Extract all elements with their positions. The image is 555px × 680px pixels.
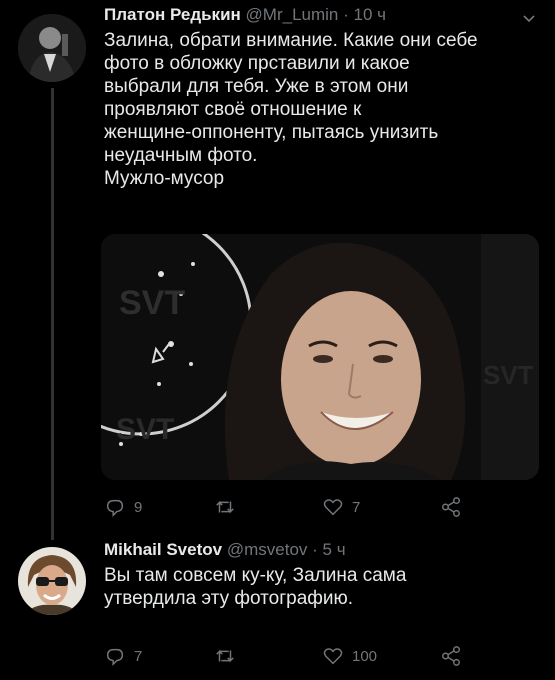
like-button[interactable]: 7	[322, 494, 360, 520]
like-count: 100	[352, 647, 378, 665]
tweet-header: Платон Редькин @Mr_Lumin · 10 ч	[104, 4, 537, 26]
tweet-text: Залина, обрати внимание. Какие они себе …	[104, 29, 537, 190]
tweet-text: Вы там совсем ку-ку, Залина сама утверди…	[104, 564, 537, 610]
tweet-text-line: Мужло-мусор	[104, 168, 225, 189]
share-button[interactable]	[440, 643, 462, 669]
tweet-text-line: женщине-оппоненту, пытаясь унизить	[104, 122, 439, 143]
tweet-2[interactable]: Mikhail Svetov @msvetov · 5 ч Вы там сов…	[0, 535, 555, 680]
tweet-header: Mikhail Svetov @msvetov · 5 ч	[104, 539, 537, 561]
tweet-text-line: Залина, обрати внимание. Какие они себе	[104, 30, 478, 51]
tweet-text-line: выбрали для тебя. Уже в этом они	[104, 76, 409, 97]
share-button[interactable]	[440, 494, 462, 520]
share-icon	[442, 646, 460, 666]
media-watermark: SVT	[116, 413, 174, 446]
tweet-1[interactable]: Платон Редькин @Mr_Lumin · 10 ч Залина, …	[0, 0, 555, 540]
tweet-text-line: проявляют своё отношение к	[104, 99, 362, 120]
display-name[interactable]: Платон Редькин	[104, 5, 241, 24]
retweet-icon	[216, 649, 234, 663]
media-watermark: SVT	[483, 360, 534, 390]
tweet-text-line: утвердила эту фотографию.	[104, 588, 354, 609]
retweet-icon	[216, 500, 234, 514]
reply-button[interactable]: 9	[104, 494, 142, 520]
user-handle[interactable]: @msvetov	[227, 540, 308, 559]
share-icon	[442, 497, 460, 517]
timestamp[interactable]: 10 ч	[354, 5, 387, 24]
tweet-media-photo[interactable]: SVT SVT SVT	[101, 234, 539, 480]
tweet-text-line: Вы там совсем ку-ку, Залина сама	[104, 565, 407, 586]
user-handle[interactable]: @Mr_Lumin	[246, 5, 339, 24]
like-count: 7	[352, 498, 361, 516]
reply-count: 9	[134, 498, 143, 516]
reply-icon	[106, 648, 124, 667]
chevron-down-icon[interactable]	[521, 10, 537, 26]
like-button[interactable]: 100	[322, 643, 377, 669]
retweet-button[interactable]	[214, 494, 244, 520]
timestamp[interactable]: 5 ч	[323, 540, 346, 559]
retweet-button[interactable]	[214, 643, 244, 669]
tweet-actions: 7 100	[104, 643, 475, 669]
like-icon	[323, 648, 343, 665]
reply-count: 7	[134, 647, 143, 665]
tweet-text-line: фото в обложку прставили и какое	[104, 53, 410, 74]
reply-icon	[106, 499, 124, 518]
separator: ·	[312, 540, 318, 559]
like-icon	[323, 499, 343, 516]
display-name[interactable]: Mikhail Svetov	[104, 540, 222, 559]
avatar[interactable]	[18, 14, 86, 82]
tweet-text-line: неудачным фото.	[104, 145, 258, 166]
tweet-actions: 9 7	[104, 494, 475, 520]
separator: ·	[343, 5, 349, 24]
avatar[interactable]	[18, 547, 86, 615]
media-watermark: SVT	[119, 284, 185, 322]
thread-line	[51, 88, 54, 540]
reply-button[interactable]: 7	[104, 643, 142, 669]
